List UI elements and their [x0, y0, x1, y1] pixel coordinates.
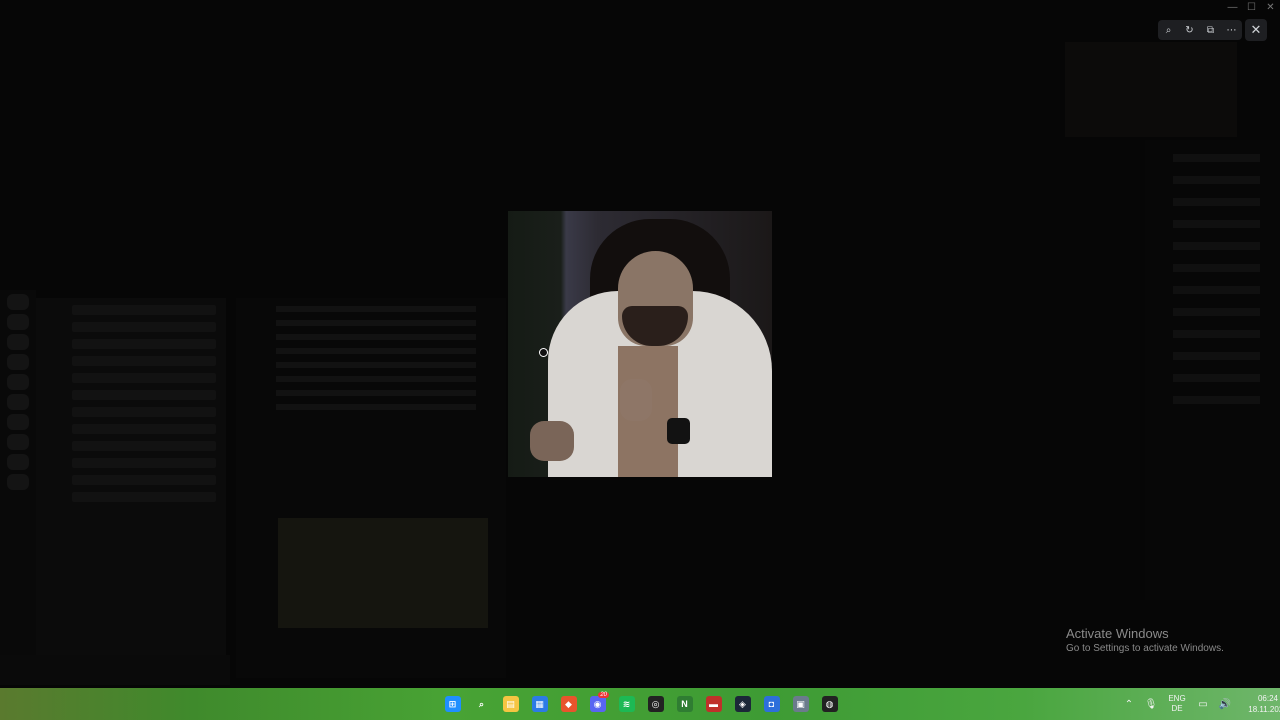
watermark-title: Activate Windows: [1066, 626, 1169, 641]
search-taskbar-button[interactable]: ⌕: [467, 688, 496, 720]
nvidia-icon: N: [676, 696, 693, 712]
microphone-icon[interactable]: 🎙: [1140, 699, 1162, 710]
image-watch: [667, 418, 690, 444]
webcam-app-icon: ◍: [821, 696, 838, 712]
discord-taskbar-button[interactable]: ◉ 20: [583, 688, 612, 720]
language-switcher[interactable]: ENG DE: [1162, 694, 1192, 714]
taskbar: ⊞ ⌕ ▤ ▦ ◆ ◉ 20 ≋ ◎ N ▬ ◈ ◘ ▣ ◍ ⌃ 🎙 ENG DE ▭ 🔊 06:24 18…: [0, 688, 1280, 720]
webcam-app-taskbar-button[interactable]: ◍: [815, 688, 844, 720]
image-hand: [530, 421, 574, 461]
network-icon[interactable]: ▭: [1192, 699, 1214, 710]
obs-icon: ◎: [647, 696, 664, 712]
start-taskbar-button[interactable]: ⊞: [438, 688, 467, 720]
recorder-icon: ▬: [705, 696, 722, 712]
zoom-icon[interactable]: ⌕: [1160, 25, 1178, 36]
store-taskbar-button[interactable]: ▦: [525, 688, 554, 720]
app-window-taskbar-button[interactable]: ▣: [786, 688, 815, 720]
spotify-icon: ≋: [618, 696, 635, 712]
obs-taskbar-button[interactable]: ◎: [641, 688, 670, 720]
roblox-taskbar-button[interactable]: ◘: [757, 688, 786, 720]
spotify-taskbar-button[interactable]: ≋: [612, 688, 641, 720]
roblox-icon: ◘: [763, 696, 780, 712]
brave-taskbar-button[interactable]: ◆: [554, 688, 583, 720]
window-close-button[interactable]: ✕: [1261, 0, 1280, 16]
background-title-bar: [0, 0, 1280, 16]
volume-icon[interactable]: 🔊: [1214, 699, 1236, 710]
maximize-button[interactable]: ☐: [1242, 0, 1261, 16]
background-server-rail: [0, 290, 36, 685]
background-chat: [236, 298, 506, 678]
taskbar-apps: ⊞ ⌕ ▤ ▦ ◆ ◉ 20 ≋ ◎ N ▬ ◈ ◘ ▣ ◍: [438, 688, 844, 720]
nvidia-taskbar-button[interactable]: N: [670, 688, 699, 720]
background-channel-list: [36, 298, 226, 678]
clock-date: 18.11.2025: [1248, 705, 1280, 714]
window-controls: — ☐ ✕: [1223, 0, 1280, 16]
file-explorer-icon: ▤: [502, 696, 519, 712]
watermark-subtitle: Go to Settings to activate Windows.: [1066, 643, 1224, 654]
start-icon: ⊞: [444, 696, 461, 712]
notification-badge: 20: [598, 692, 609, 698]
steam-taskbar-button[interactable]: ◈: [728, 688, 757, 720]
more-icon[interactable]: ⋯: [1223, 25, 1241, 36]
background-user-panel: [0, 655, 230, 685]
lightbox-image[interactable]: [508, 211, 772, 477]
steam-icon: ◈: [734, 696, 751, 712]
system-tray: ⌃ 🎙 ENG DE ▭ 🔊 06:24 18.11.2025: [1118, 688, 1280, 720]
open-external-icon[interactable]: ⧉: [1202, 25, 1220, 36]
background-chat-image: [278, 518, 488, 628]
background-member-list: [1145, 140, 1280, 600]
search-icon: ⌕: [478, 698, 485, 709]
mouse-cursor: [539, 348, 548, 357]
recorder-taskbar-button[interactable]: ▬: [699, 688, 728, 720]
store-icon: ▦: [531, 696, 548, 712]
file-explorer-taskbar-button[interactable]: ▤: [496, 688, 525, 720]
language-code: ENG: [1168, 694, 1186, 703]
app-window-icon: ▣: [792, 696, 809, 712]
minimize-button[interactable]: —: [1223, 0, 1242, 16]
background-video-tile: [1065, 42, 1237, 137]
rotate-icon[interactable]: ↻: [1181, 25, 1199, 36]
keyboard-layout: DE: [1171, 704, 1183, 713]
clock-time: 06:24: [1257, 694, 1279, 703]
discord-icon: ◉: [589, 696, 606, 712]
lightbox-toolbar: ⌕ ↻ ⧉ ⋯: [1158, 20, 1242, 40]
activate-windows-watermark: Activate Windows Go to Settings to activ…: [1066, 626, 1224, 654]
brave-icon: ◆: [560, 696, 577, 712]
lightbox-close-button[interactable]: ✕: [1245, 19, 1267, 41]
tray-overflow-chevron-icon[interactable]: ⌃: [1118, 699, 1140, 710]
clock[interactable]: 06:24 18.11.2025: [1242, 693, 1280, 715]
image-hand: [620, 379, 652, 421]
